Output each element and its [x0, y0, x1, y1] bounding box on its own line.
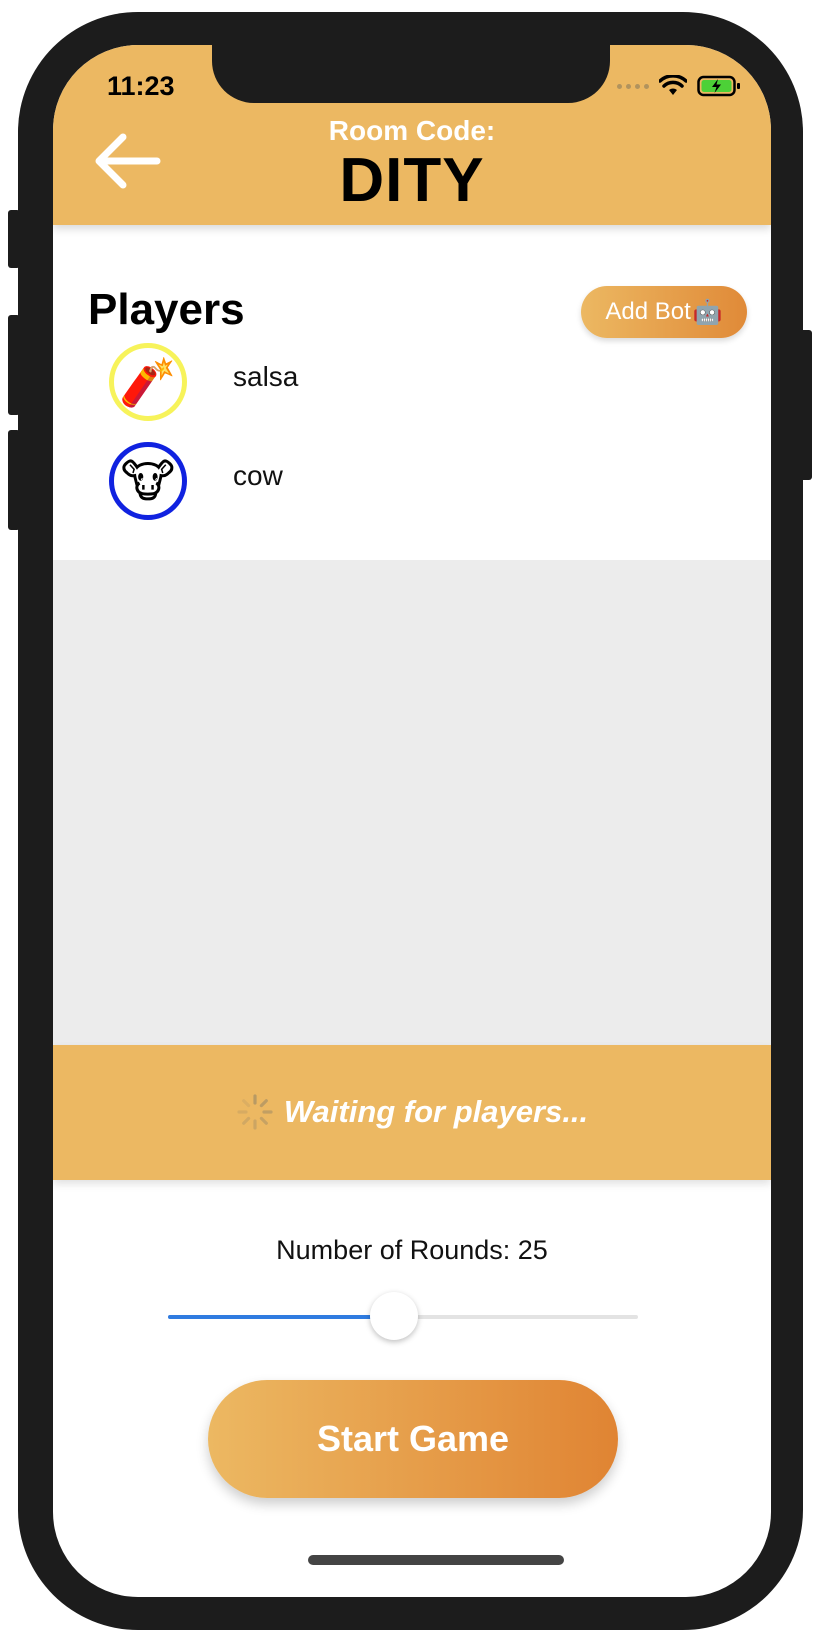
players-heading: Players — [88, 285, 245, 334]
loading-spinner-icon — [237, 1094, 273, 1130]
volume-up-button — [8, 315, 20, 415]
volume-down-button — [8, 430, 20, 530]
notch — [212, 45, 610, 103]
player-name: salsa — [233, 361, 299, 392]
start-game-label: Start Game — [316, 1418, 510, 1459]
add-bot-button[interactable]: Add Bot 🤖 — [581, 286, 747, 338]
rounds-slider[interactable] — [168, 1292, 638, 1340]
slider-fill — [168, 1315, 394, 1319]
status-icons — [617, 75, 741, 97]
start-game-button[interactable]: Start Game — [208, 1380, 618, 1498]
robot-icon: 🤖 — [692, 298, 723, 326]
player-name: cow — [233, 460, 283, 491]
mute-switch — [8, 210, 20, 268]
dynamite-avatar-icon: 🧨 — [109, 343, 187, 421]
room-code-label: Room Code: — [328, 115, 496, 146]
player-row: 🧨 salsa — [53, 343, 771, 443]
cow-avatar-icon: 🐮 — [109, 442, 187, 520]
screen: 11:23 Room Code: DITY Players Add Bot 🤖 — [53, 45, 771, 1597]
waiting-status-text: Waiting for players... — [283, 1094, 589, 1129]
empty-player-area — [53, 560, 771, 1045]
waiting-banner: Waiting for players... — [53, 1045, 771, 1180]
room-code: DITY — [339, 146, 485, 215]
rounds-label: Number of Rounds: 25 — [276, 1235, 548, 1265]
home-indicator — [308, 1555, 564, 1565]
slider-knob[interactable] — [369, 1292, 418, 1340]
add-bot-label: Add Bot — [605, 298, 691, 325]
signal-icon — [617, 83, 649, 89]
player-row: 🐮 cow — [53, 442, 771, 542]
wifi-icon — [659, 75, 687, 95]
power-button — [800, 330, 812, 480]
status-time: 11:23 — [107, 71, 175, 101]
battery-charging-icon — [697, 75, 740, 97]
